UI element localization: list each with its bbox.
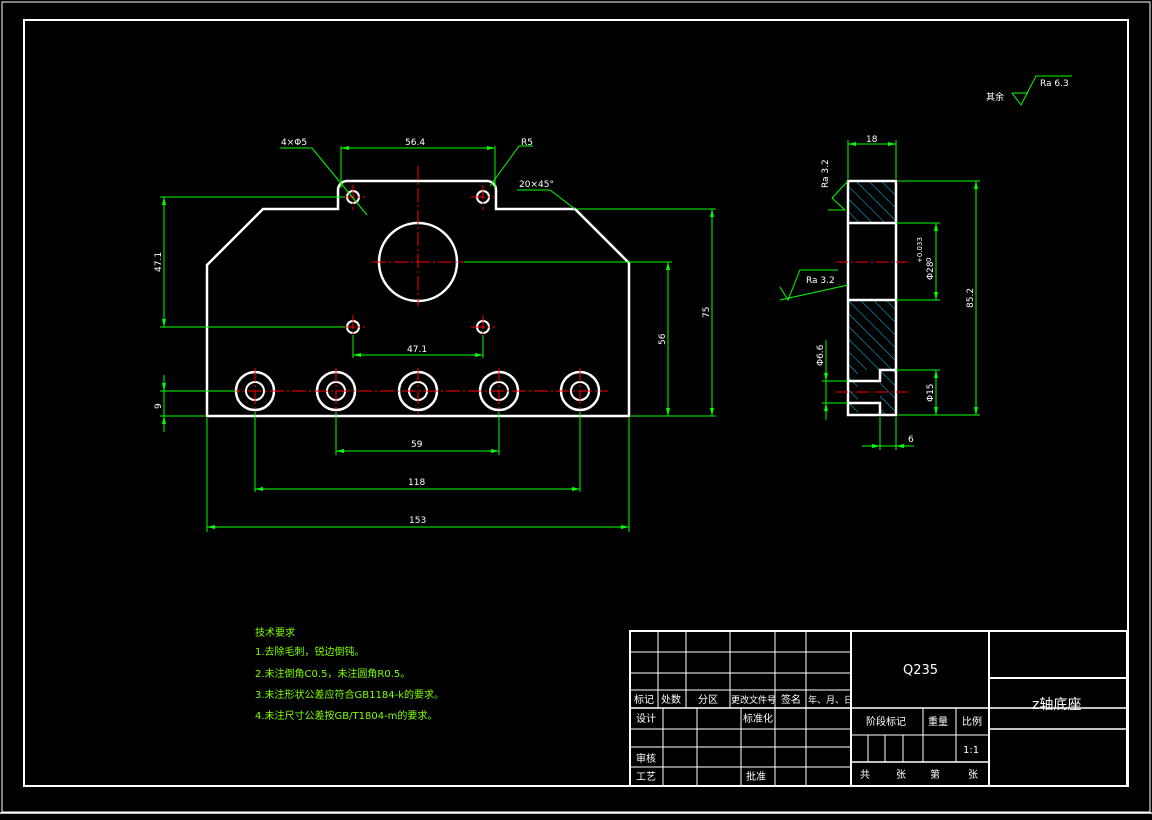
dim-thickness: 18 [866, 135, 878, 145]
label-process: 工艺 [636, 771, 656, 783]
tech-title: 技术要求 [255, 626, 295, 639]
label-standardize: 标准化 [743, 712, 773, 725]
drawing-border [23, 19, 1129, 787]
dim-bore-tol-upper: +0.033 [916, 237, 924, 263]
dim-total-height: 75 [702, 307, 712, 318]
dim-counterbore: Φ15 [926, 383, 936, 402]
front-dimension-lines [160, 145, 716, 532]
tech-item: 3.未注形状公差应符合GB1184-k的要求。 [255, 688, 444, 701]
dim-span-inner: 59 [411, 440, 423, 450]
dim-bottom-offset: 9 [154, 403, 164, 409]
rev-header: 年、月、日 [808, 694, 853, 706]
label-review: 审核 [636, 752, 656, 765]
dim-left-height: 47.1 [154, 252, 164, 272]
dim-bore: Φ28 [926, 261, 936, 280]
label-sheets: 张 [896, 769, 906, 781]
part-name: z轴底座 [1032, 697, 1081, 713]
dim-height: 85.2 [966, 288, 976, 308]
svg-text:其余: 其余 [986, 91, 1004, 103]
dim-top-holes: 56.4 [405, 138, 425, 148]
dim-mid-holes: 47.1 [407, 345, 427, 355]
callout-chamfer: 20×45° [519, 180, 554, 190]
rev-header: 分区 [698, 694, 718, 706]
label-scale: 比例 [962, 715, 982, 728]
tech-item: 2.未注倒角C0.5，未注圆角R0.5。 [255, 667, 410, 680]
title-block-text: 标记 处数 分区 更改文件号 签名 年、月、日 设计 标准化 审核 工艺 批准 … [634, 663, 1081, 783]
front-arrowheads [162, 146, 714, 529]
scale-value: 1:1 [963, 745, 979, 756]
dim-center-height: 56 [658, 333, 668, 345]
label-design: 设计 [636, 712, 656, 725]
svg-text:Ra 6.3: Ra 6.3 [1040, 79, 1069, 89]
rev-header: 标记 [634, 694, 654, 706]
front-view: 4×Φ5 R5 20×45° 56.4 47.1 59 118 153 47.1… [154, 138, 716, 532]
rev-header: 更改文件号 [731, 694, 776, 706]
callout-holes: 4×Φ5 [281, 138, 307, 148]
dim-bore-tol-lower: 0 [925, 258, 933, 262]
rev-header: 签名 [781, 693, 801, 706]
dim-small-hole: Φ6.6 [816, 344, 826, 366]
technical-requirements: 技术要求 1.去除毛刺，锐边倒钝。 2.未注倒角C0.5，未注圆角R0.5。 3… [255, 626, 444, 722]
side-view: 18 Ra 3.2 Ra 3.2 Φ28 +0.033 0 85.2 Φ6.6 … [779, 135, 980, 450]
label-page-sheets: 张 [968, 769, 978, 781]
tech-item: 4.未注尺寸公差按GB/T1804-m的要求。 [255, 709, 437, 722]
tech-item: 1.去除毛刺，锐边倒钝。 [255, 645, 365, 658]
label-page: 第 [930, 768, 940, 781]
label-weight: 重量 [928, 715, 948, 728]
roughness-mid: Ra 3.2 [806, 276, 835, 286]
section-hatch-top [848, 181, 896, 223]
section-hatch-bottom [848, 300, 896, 370]
front-center-lines [226, 166, 608, 414]
label-approve: 批准 [746, 770, 766, 783]
rev-header: 处数 [661, 693, 681, 706]
callout-radius: R5 [521, 138, 533, 148]
dim-depth: 6 [908, 435, 914, 445]
material: Q235 [903, 663, 938, 678]
roughness-top: Ra 3.2 [821, 159, 831, 188]
dim-total-width: 153 [409, 516, 426, 526]
label-stage: 阶段标记 [866, 715, 906, 728]
label-total: 共 [860, 769, 870, 781]
general-roughness-symbol: 其余 Ra 6.3 [986, 75, 1072, 106]
cad-drawing-canvas: 其余 Ra 6.3 4×Φ5 R5 20×45° 56.4 47.1 59 11… [0, 1, 1152, 814]
dim-span-outer: 118 [408, 478, 425, 488]
